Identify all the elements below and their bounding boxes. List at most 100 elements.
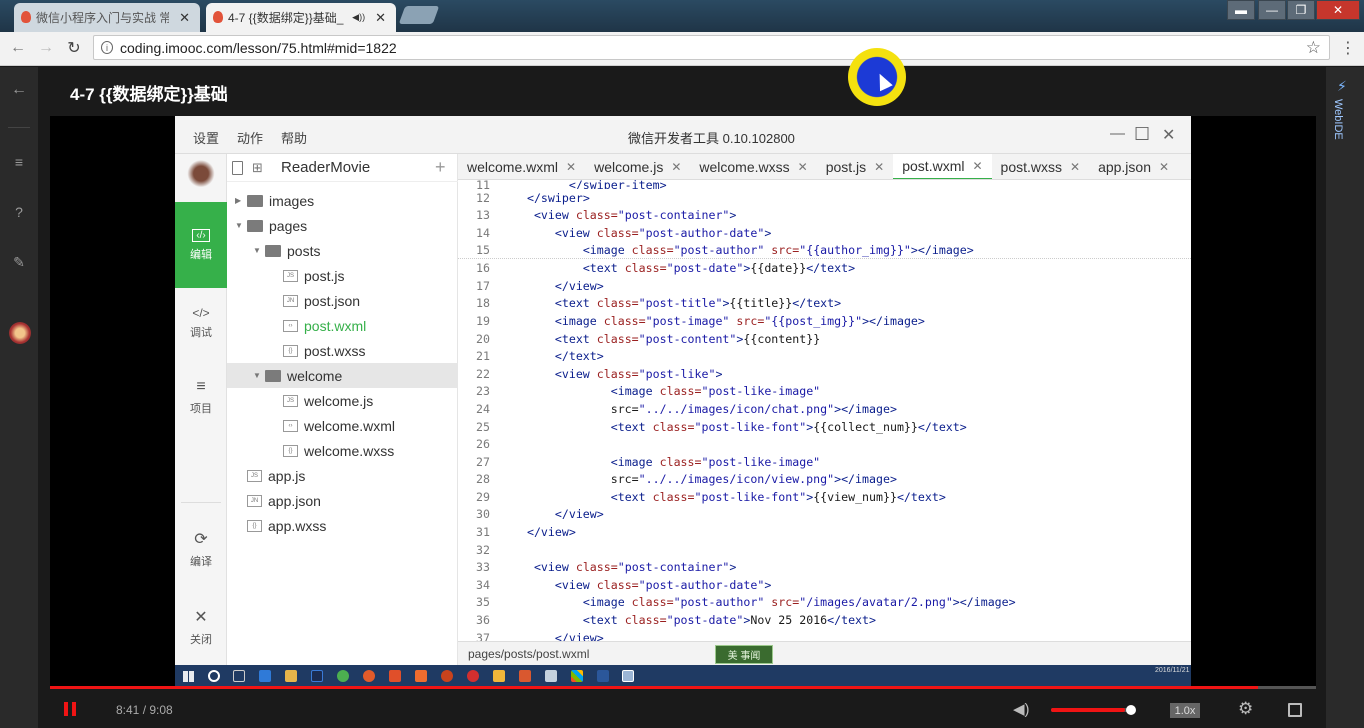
expanded-arrow-icon[interactable]: ▼ (253, 246, 265, 255)
tab-close-icon[interactable]: ✕ (375, 10, 386, 26)
chrome-icon[interactable] (337, 670, 349, 682)
collapsed-arrow-icon[interactable]: ▶ (235, 196, 247, 205)
word-icon[interactable] (597, 670, 609, 682)
code-text: </swiper> (526, 190, 590, 205)
volume-knob[interactable] (1126, 705, 1136, 715)
avatar[interactable] (9, 322, 31, 344)
code-line: 26 (458, 435, 1191, 453)
tree-item[interactable]: JN app.json (227, 488, 458, 513)
expanded-arrow-icon[interactable]: ▼ (235, 221, 247, 230)
compile-icon: ⟳ (194, 531, 208, 548)
app-icon[interactable] (519, 670, 531, 682)
devtools-maximize-button[interactable]: ☐ (1134, 124, 1150, 145)
app-icon[interactable] (622, 670, 634, 682)
question-icon[interactable]: ? (10, 203, 28, 221)
menu-help[interactable]: 帮助 (281, 128, 307, 147)
app-icon[interactable] (467, 670, 479, 682)
user-icon[interactable]: ▬ (1227, 0, 1255, 20)
editor-tab[interactable]: app.json ✕ (1089, 154, 1178, 179)
pause-icon[interactable] (64, 702, 78, 716)
app-icon[interactable] (571, 670, 583, 682)
task-view-icon[interactable] (233, 670, 245, 682)
tree-item[interactable]: {} post.wxss (227, 338, 458, 363)
devtools-close-button[interactable]: ✕ (1162, 125, 1175, 145)
webide-icon[interactable]: ⚡ (1337, 78, 1347, 95)
sidebar-close-button[interactable]: ✕ 关闭 (175, 598, 227, 656)
sidebar-debug-button[interactable]: </> 调试 (175, 294, 227, 352)
close-window-button[interactable]: ✕ (1316, 0, 1360, 20)
tab-close-icon[interactable]: ✕ (1159, 160, 1169, 174)
tree-item[interactable]: JN post.json (227, 288, 458, 313)
phone-icon[interactable] (232, 161, 243, 175)
minimize-button[interactable]: — (1258, 0, 1286, 20)
tab-close-icon[interactable]: ✕ (972, 159, 982, 173)
tab-close-icon[interactable]: ✕ (1070, 160, 1080, 174)
playback-speed-button[interactable]: 1.0x (1170, 703, 1200, 718)
browser-menu-icon[interactable]: ⋮ (1338, 38, 1358, 58)
app-icon[interactable] (441, 670, 453, 682)
sidebar-edit-button[interactable]: ‹/› 编辑 (175, 202, 227, 288)
bookmark-star-icon[interactable]: ☆ (1306, 38, 1321, 58)
fullscreen-icon[interactable] (1288, 703, 1302, 717)
sidebar-project-button[interactable]: ≡ 项目 (175, 368, 227, 426)
app-icon[interactable] (389, 670, 401, 682)
new-tab-button[interactable] (398, 6, 440, 24)
tree-item[interactable]: ▶ images (227, 188, 458, 213)
app-icon[interactable] (363, 670, 375, 682)
tree-item[interactable]: JS post.js (227, 263, 458, 288)
settings-gear-icon[interactable]: ⚙ (1238, 699, 1253, 719)
back-button[interactable]: ← (8, 38, 28, 58)
edge-icon[interactable] (259, 670, 271, 682)
menu-list-icon[interactable]: ≡ (10, 153, 28, 171)
developer-avatar[interactable] (187, 160, 215, 194)
tab-close-icon[interactable]: ✕ (179, 10, 190, 26)
tree-item[interactable]: ▼ pages (227, 213, 458, 238)
webide-label[interactable]: WebIDE (1332, 99, 1344, 140)
tab-close-icon[interactable]: ✕ (566, 160, 576, 174)
browser-tab-lesson[interactable]: 4-7 {{数据绑定}}基础_ ◀)) ✕ (206, 3, 396, 32)
pencil-icon[interactable]: ✎ (10, 253, 28, 271)
tab-close-icon[interactable]: ✕ (798, 160, 808, 174)
app-icon[interactable] (545, 670, 557, 682)
app-icon[interactable] (415, 670, 427, 682)
menu-actions[interactable]: 动作 (237, 128, 263, 147)
tree-icon[interactable]: ⊞ (252, 160, 263, 176)
devtools-title: 微信开发者工具 0.10.102800 (628, 131, 795, 146)
volume-icon[interactable]: ◀) (1013, 700, 1030, 718)
photoshop-icon[interactable] (311, 670, 323, 682)
editor-tab[interactable]: post.js ✕ (817, 154, 894, 179)
tree-item[interactable]: ‹› post.wxml (227, 313, 458, 338)
explorer-icon[interactable] (285, 670, 297, 682)
editor-tab[interactable]: welcome.wxss ✕ (690, 154, 816, 179)
back-arrow-icon[interactable]: ← (10, 81, 28, 99)
search-icon[interactable] (208, 670, 220, 682)
add-file-button[interactable]: + (435, 157, 446, 178)
editor-tab[interactable]: welcome.wxml ✕ (458, 154, 585, 179)
editor-tab[interactable]: post.wxss ✕ (992, 154, 1090, 179)
tree-item[interactable]: JS welcome.js (227, 388, 458, 413)
devtools-minimize-button[interactable]: — (1110, 125, 1125, 142)
windows-start-icon[interactable] (183, 671, 194, 682)
tree-item[interactable]: {} welcome.wxss (227, 438, 458, 463)
app-icon[interactable] (493, 670, 505, 682)
tree-item[interactable]: JS app.js (227, 463, 458, 488)
forward-button[interactable]: → (36, 38, 56, 58)
tree-item[interactable]: ▼ posts (227, 238, 458, 263)
sidebar-compile-button[interactable]: ⟳ 编译 (175, 520, 227, 578)
tree-item[interactable]: ▼ welcome (227, 363, 458, 388)
editor-tab[interactable]: post.wxml ✕ (893, 154, 992, 179)
tree-item[interactable]: ‹› welcome.wxml (227, 413, 458, 438)
audio-icon[interactable]: ◀)) (352, 12, 365, 23)
info-icon[interactable]: i (101, 41, 113, 54)
tree-item[interactable]: {} app.wxss (227, 513, 458, 538)
reload-button[interactable]: ↻ (64, 38, 84, 58)
tab-close-icon[interactable]: ✕ (874, 160, 884, 174)
maximize-button[interactable]: ❐ (1287, 0, 1315, 20)
browser-tab-course[interactable]: 微信小程序入门与实战 常 ✕ (14, 3, 200, 32)
url-field[interactable]: i coding.imooc.com/lesson/75.html#mid=18… (93, 35, 1330, 60)
editor-tab[interactable]: welcome.js ✕ (585, 154, 690, 179)
expanded-arrow-icon[interactable]: ▼ (253, 371, 265, 380)
menu-settings[interactable]: 设置 (193, 128, 219, 147)
code-editor[interactable]: 11 </swiper-item> 12 </swiper> 13 <view cl… (458, 180, 1191, 641)
tab-close-icon[interactable]: ✕ (671, 160, 681, 174)
